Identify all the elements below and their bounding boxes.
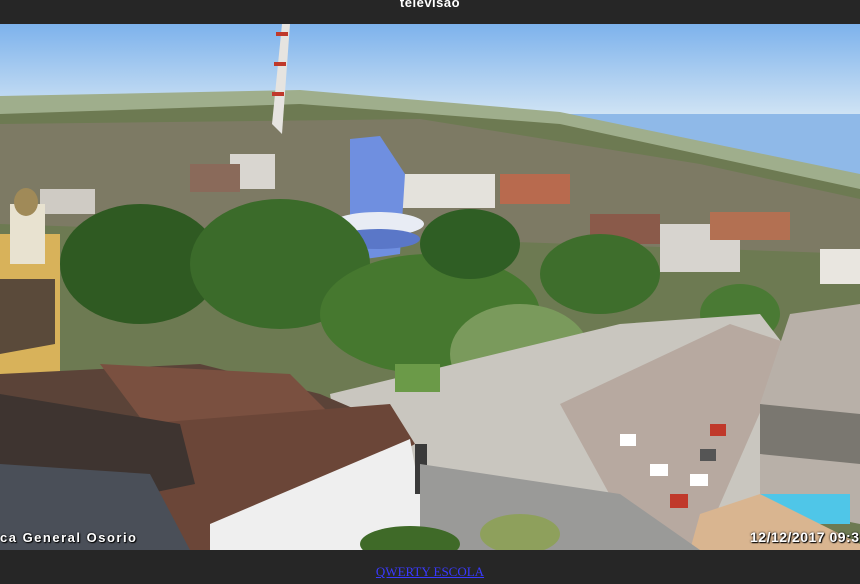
window-title: televisão — [399, 0, 461, 10]
camera-feed[interactable]: ca General Osorio 12/12/2017 09:3 — [0, 24, 860, 550]
city-aerial-view — [0, 24, 860, 550]
bottom-bar: QWERTY ESCOLA — [0, 550, 860, 584]
camera-location-overlay: ca General Osorio — [0, 530, 138, 545]
footer-link[interactable]: QWERTY ESCOLA — [0, 564, 860, 580]
camera-timestamp-overlay: 12/12/2017 09:3 — [750, 529, 860, 545]
top-bar: televisão — [0, 0, 860, 24]
